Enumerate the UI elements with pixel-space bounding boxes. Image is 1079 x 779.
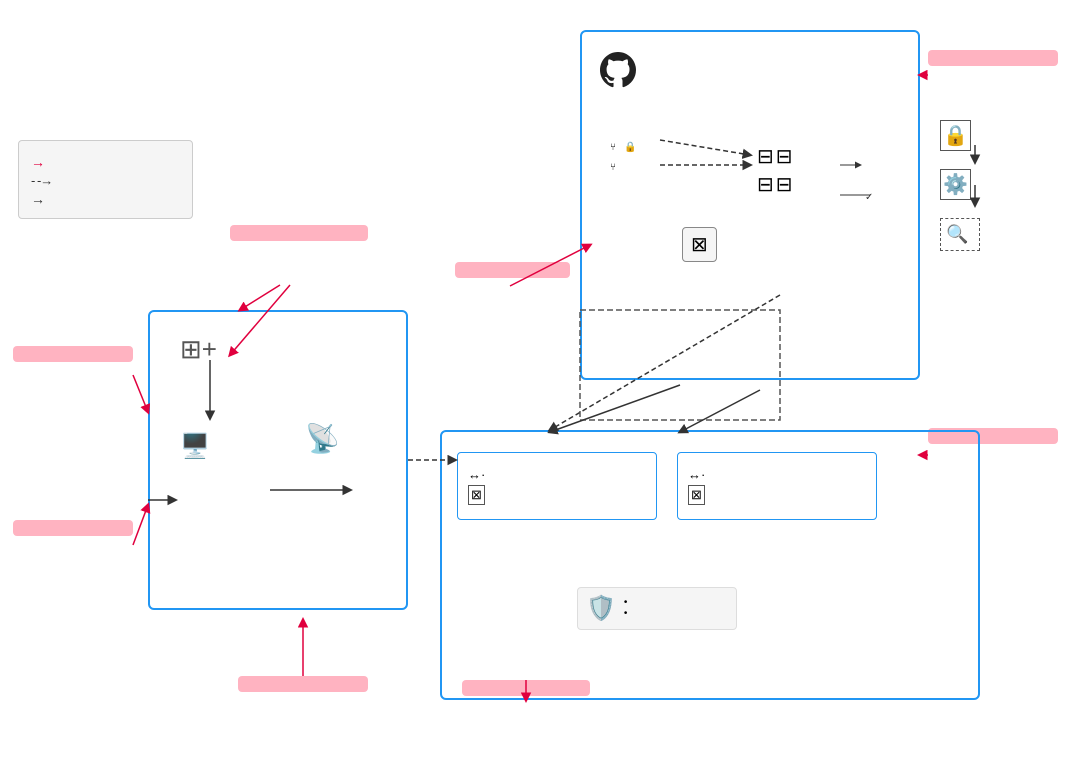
right-panel: 🔒 ⚙️ 🔍	[940, 120, 980, 251]
extensions-integrations: ⚙️	[940, 169, 980, 200]
extensions-icon: ⊞+	[180, 334, 217, 365]
sandbox-keyvault: ⊠	[688, 485, 866, 505]
landing-vnet: ↔·	[468, 467, 646, 482]
main-branch: ⑂🔒	[610, 142, 636, 153]
app-env-box: ↔· ⊠ ↔· ⊠ 🛡️	[440, 430, 980, 700]
sandbox-vnet: ↔·	[688, 467, 866, 482]
network-container: 📡	[305, 422, 340, 455]
network-icon: 📡	[305, 422, 340, 455]
shield-icon: 🛡️	[586, 594, 616, 623]
legend-internal: - -→	[31, 173, 180, 188]
threat-privilege-esc	[455, 262, 570, 278]
threat-extension-vuln	[230, 225, 368, 241]
secure-role: •	[624, 608, 628, 619]
lock-icon: 🔒	[940, 120, 971, 151]
threat-malware	[928, 50, 1058, 66]
threat-remote-conn	[238, 676, 368, 692]
scan-icon: 🔍	[946, 224, 968, 245]
dev-branch: ⑂	[610, 162, 620, 173]
device-icon: 🖥️	[180, 432, 210, 461]
landing-zone-box: ↔· ⊠	[457, 452, 657, 520]
device-container: 🖥️	[180, 432, 210, 465]
github-icon	[600, 52, 636, 93]
gear-icon: ⚙️	[940, 169, 971, 200]
secrets-container: ⊠	[682, 227, 717, 264]
pipeline-icons-2: ⊟⊟	[757, 172, 795, 197]
sandbox-box: ↔· ⊠	[677, 452, 877, 520]
legend-threat: →	[31, 154, 180, 170]
code-scan: 🔍	[940, 218, 980, 251]
actions-marketplace: 🔒	[940, 120, 980, 151]
devops-env-box: ⑂🔒 ⑂ ⊟⊟ ⊟⊟ ⊠	[580, 30, 920, 380]
extensions-container: ⊞+	[180, 332, 217, 365]
secure-policies: •	[624, 597, 628, 608]
landing-keyvault: ⊠	[468, 485, 646, 505]
threat-dependency	[13, 520, 133, 536]
legend-box: → - -→ →	[18, 140, 193, 219]
dev-env-box: ⊞+ 🖥️ 📡	[148, 310, 408, 610]
secure-center-box: 🛡️ • •	[577, 587, 737, 630]
pipeline-icons: ⊟⊟	[757, 144, 795, 169]
threat-privileged-cred	[13, 346, 133, 362]
legend-external: →	[31, 191, 180, 207]
